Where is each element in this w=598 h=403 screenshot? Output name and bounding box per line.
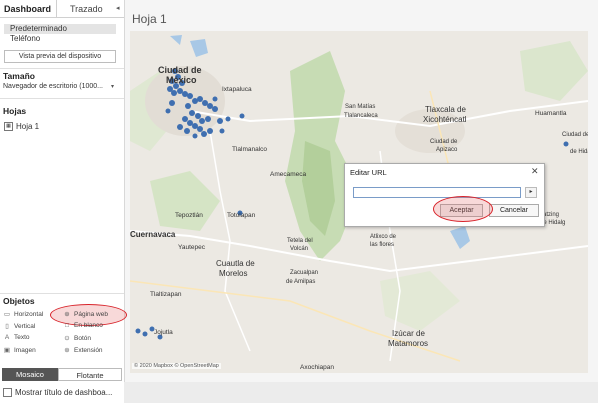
map-label: Apizaco xyxy=(436,147,458,153)
object-label: Página web xyxy=(74,311,108,318)
map-label: Cuernavaca xyxy=(130,230,176,239)
map-label: Amecameca xyxy=(270,171,307,178)
blank-icon: □ xyxy=(65,322,69,329)
accept-highlight xyxy=(433,196,493,222)
map-label: México xyxy=(166,75,197,85)
object-blank[interactable]: □ En blanco xyxy=(63,322,103,329)
divider xyxy=(0,68,124,69)
object-label: Texto xyxy=(14,334,30,341)
horizontal-icon: ▭ xyxy=(3,311,11,318)
divider xyxy=(0,293,124,294)
collapse-panel-icon[interactable]: ◂ xyxy=(116,4,120,12)
map-label: Volcán xyxy=(290,246,308,252)
map-label: Xicohténcatl xyxy=(423,115,467,124)
floating-toggle[interactable]: Flotante xyxy=(58,368,122,381)
object-extension[interactable]: ⊛ Extensión xyxy=(63,346,103,354)
device-phone[interactable]: Teléfono xyxy=(4,34,116,44)
size-select[interactable]: Navegador de escritorio (1000... xyxy=(3,83,119,90)
map-label: Matamoros xyxy=(388,339,428,348)
object-label: Horizontal xyxy=(14,311,44,318)
vertical-icon: ▯ xyxy=(5,323,9,330)
object-button[interactable]: ⊙ Botón xyxy=(63,334,91,342)
map-label: Yautepec xyxy=(178,244,206,251)
panel-tabs: Dashboard Trazado ◂ xyxy=(0,0,124,18)
road xyxy=(130,230,588,273)
object-label: Botón xyxy=(74,335,91,342)
map-label: de Hidal xyxy=(570,149,588,155)
worksheet-icon: ▦ xyxy=(4,122,13,132)
globe-icon: ⊕ xyxy=(64,311,70,318)
checkbox-label: Mostrar título de dashboa... xyxy=(15,388,113,397)
insert-field-arrow-icon[interactable]: ▸ xyxy=(525,187,537,198)
object-web-page[interactable]: ⊕ Página web xyxy=(63,310,108,318)
map-label: Tlaxcala de xyxy=(425,105,466,114)
size-header: Tamaño xyxy=(3,71,35,81)
map-label: Izúcar de xyxy=(392,329,425,338)
button-icon: ⊙ xyxy=(64,335,70,342)
sheets-header: Hojas xyxy=(3,106,27,116)
map-label: Cuautla de xyxy=(216,259,255,268)
map-attribution[interactable]: © 2020 Mapbox © OpenStreetMap xyxy=(132,363,221,369)
dashboard-side-panel: Dashboard Trazado ◂ Predeterminado Teléf… xyxy=(0,0,127,403)
text-icon: A xyxy=(4,334,10,341)
object-horizontal[interactable]: ▭ Horizontal xyxy=(3,310,43,318)
green-area xyxy=(150,171,220,231)
lake xyxy=(170,35,182,45)
map-label: las flores xyxy=(370,242,394,248)
chevron-down-icon[interactable]: ▾ xyxy=(111,83,114,90)
lake xyxy=(450,226,470,249)
map-label: Totolapan xyxy=(227,212,256,219)
map-label: de Amilpas xyxy=(286,279,315,285)
map-label: Tlalmanalco xyxy=(232,146,267,153)
map-label: Tlaltizapan xyxy=(150,291,182,298)
objects-header: Objetos xyxy=(3,296,35,306)
object-label: Extensión xyxy=(74,347,103,354)
show-title-checkbox[interactable]: Mostrar título de dashboa... xyxy=(3,388,113,398)
map-label: Morelos xyxy=(219,269,247,278)
object-label: Vertical xyxy=(14,323,36,330)
map-label: Huamantla xyxy=(535,110,567,117)
checkbox-icon xyxy=(3,388,12,398)
map-label: Tlalancaleca xyxy=(344,113,378,119)
image-icon: ▣ xyxy=(3,347,11,354)
lake xyxy=(190,39,208,57)
object-text[interactable]: A Texto xyxy=(3,334,30,341)
divider xyxy=(0,98,124,99)
map-label: Tepoztlán xyxy=(175,212,203,219)
edit-url-dialog: Editar URL ✕ ▸ Aceptar Cancelar xyxy=(344,163,545,227)
map-label: Ciudad de xyxy=(158,65,202,75)
device-default[interactable]: Predeterminado xyxy=(4,24,116,34)
tiled-toggle[interactable]: Mosaico xyxy=(2,368,58,381)
map-label: Jojutla xyxy=(154,329,173,336)
extension-icon: ⊛ xyxy=(64,347,70,354)
sheet-item-label: Hoja 1 xyxy=(16,122,40,131)
cancel-button[interactable]: Cancelar xyxy=(489,204,539,217)
map-label: San Matías xyxy=(345,104,375,110)
map-label: Tetela del xyxy=(287,238,313,244)
map-label: Ciudad de Rafa xyxy=(562,132,588,138)
dialog-title: Editar URL xyxy=(350,168,387,177)
map-label: Axochiapan xyxy=(300,364,334,371)
device-preview-button[interactable]: Vista previa del dispositivo xyxy=(4,50,116,63)
canvas-footer xyxy=(124,382,598,403)
sheet-item-hoja1[interactable]: ▦ Hoja 1 xyxy=(4,122,40,132)
map-label: Atlixco de xyxy=(370,234,397,240)
close-icon[interactable]: ✕ xyxy=(531,166,539,177)
tab-layout[interactable]: Trazado xyxy=(70,4,103,14)
page-title: Hoja 1 xyxy=(132,12,167,26)
green-area xyxy=(380,271,460,331)
map-label: Ixtapaluca xyxy=(222,86,252,93)
object-label: En blanco xyxy=(74,322,103,329)
road xyxy=(189,100,588,128)
map-label: Zacualpan xyxy=(290,270,318,276)
tab-dashboard[interactable]: Dashboard xyxy=(4,4,51,14)
map-label: Ciudad de xyxy=(430,139,458,145)
object-image[interactable]: ▣ Imagen xyxy=(3,346,36,354)
url-input[interactable] xyxy=(353,187,521,198)
green-area xyxy=(520,41,588,101)
tab-separator xyxy=(56,0,57,17)
object-vertical[interactable]: ▯ Vertical xyxy=(3,322,35,330)
object-label: Imagen xyxy=(14,347,36,354)
